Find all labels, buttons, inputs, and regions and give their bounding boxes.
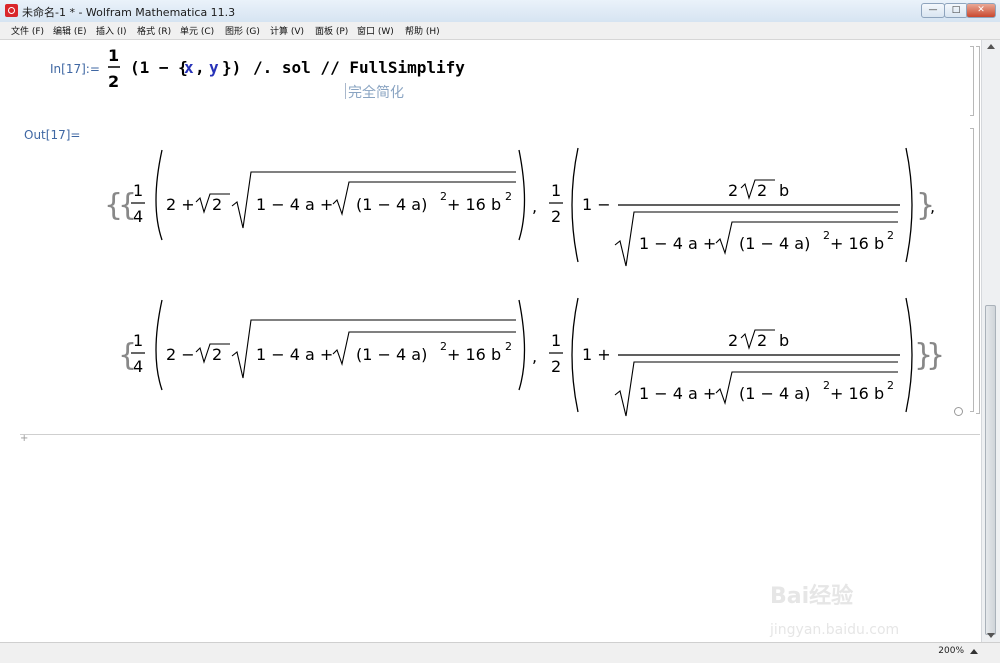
row1-den-tail: + 16 b [830,234,884,253]
scroll-down-icon[interactable] [987,633,995,638]
output-expression: { { 1 4 2 + 2 1 − 4 a + (1 − 4 a) 2 + 16… [104,147,945,417]
row2-den-bexp: 2 [887,379,894,392]
row1-paren2-open [571,147,579,263]
zoom-level[interactable]: 200% [938,646,964,656]
row1-frac2-den: 2 [551,207,561,226]
zoom-menu-icon[interactable] [970,649,978,654]
row1-num-sqrt2: 2 [757,181,767,200]
row2-num-2: 2 [728,331,738,350]
row2-den-exp: 2 [823,379,830,392]
row1-frac1-num: 1 [133,181,143,200]
row1-end-comma: , [930,197,935,216]
row1-inner: 1 − 4 a + [256,195,333,214]
row1-frac2-num: 1 [551,181,561,200]
row1-bexp: 2 [505,190,512,203]
row1-exp: 2 [440,190,447,203]
row1-num-2: 2 [728,181,738,200]
row2-paren1-open [155,299,163,391]
row2-frac1-num: 1 [133,331,143,350]
row2-frac2-num: 1 [551,331,561,350]
row1-den-exp: 2 [823,229,830,242]
outer-brace-close: } [926,338,945,373]
row2-frac2-den: 2 [551,357,561,376]
row1-paren1-close [518,149,526,241]
row2-den-tail: + 16 b [830,384,884,403]
row2-paren2-close [905,297,913,413]
row2-sqrt2-value: 2 [212,345,222,364]
row2-one-plus: 1 + [582,345,611,364]
row1-tail: + 16 b [447,195,501,214]
row2-paren2-open [571,297,579,413]
row2-frac1-den: 4 [133,357,143,376]
row1-paren1-open [155,149,163,241]
row1-paren2-close [905,147,913,263]
row1-inner-sq: (1 − 4 a) [356,195,427,214]
row2-den-inner: 1 − 4 a + [639,384,716,403]
row2-inner-sq: (1 − 4 a) [356,345,427,364]
row2-bexp: 2 [505,340,512,353]
row1-two-plus: 2 + [166,195,195,214]
row2-inner: 1 − 4 a + [256,345,333,364]
row1-one-minus: 1 − [582,195,611,214]
row1-sep: , [532,197,537,216]
row1-frac1-den: 4 [133,207,143,226]
row1-den-bexp: 2 [887,229,894,242]
baidu-watermark-logo: Bai经验 [770,584,854,609]
row1-den-sq: (1 − 4 a) [739,234,810,253]
row2-den-sq: (1 − 4 a) [739,384,810,403]
scroll-thumb[interactable] [985,305,996,635]
row2-num-sqrt2: 2 [757,331,767,350]
row2-paren1-close [518,299,526,391]
row1-sqrt2-value: 2 [212,195,222,214]
row2-exp: 2 [440,340,447,353]
row2-tail: + 16 b [447,345,501,364]
status-bar: 200% [0,642,1000,663]
row1-den-inner: 1 − 4 a + [639,234,716,253]
row2-num-b: b [779,331,789,350]
row2-sep: , [532,347,537,366]
row2-two-minus: 2 − [166,345,195,364]
vertical-scrollbar[interactable] [981,40,1000,642]
scroll-up-icon[interactable] [987,44,995,49]
baidu-watermark-url: jingyan.baidu.com [770,622,900,638]
row1-num-b: b [779,181,789,200]
